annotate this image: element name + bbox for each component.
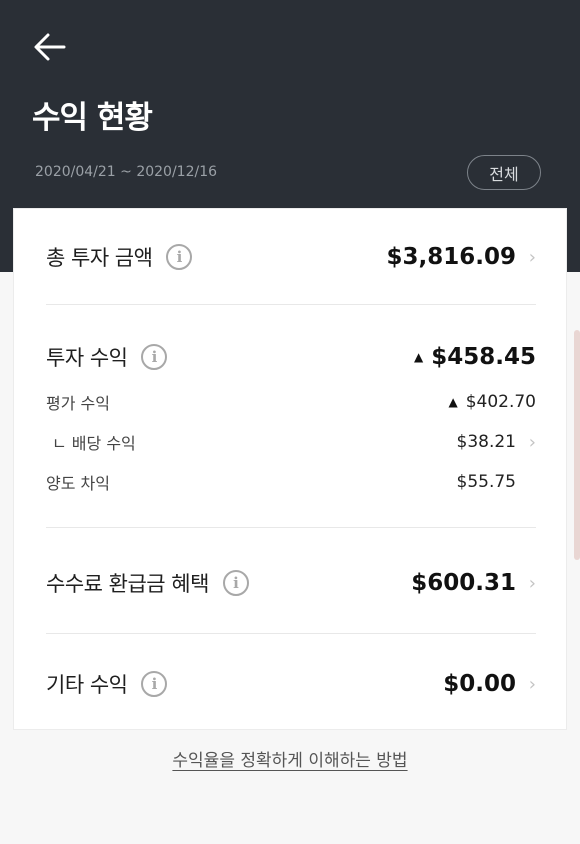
profit-card: 총 투자 금액 i $3,816.09 › 투자 수익 i ▲ $458.45 … <box>13 208 567 730</box>
fee-refund-amount: $600.31 <box>411 570 516 596</box>
arrow-left-icon <box>34 33 66 61</box>
triangle-up-icon: ▲ <box>414 350 424 364</box>
profit-rate-help-link[interactable]: 수익율을 정확하게 이해하는 방법 <box>172 751 407 771</box>
transfer-gain-label: 양도 차익 <box>46 474 110 493</box>
period-filter-button[interactable]: 전체 <box>467 155 541 190</box>
valuation-profit-row: 평가 수익 ▲ $402.70 <box>46 385 536 419</box>
valuation-profit-label: 평가 수익 <box>46 394 110 413</box>
investment-profit-amount-wrap: ▲ $458.45 <box>414 333 536 381</box>
dividend-profit-label: ㄴ 배당 수익 <box>52 434 136 453</box>
page-title: 수익 현황 <box>32 100 153 136</box>
total-investment-row[interactable]: 총 투자 금액 i $3,816.09 › <box>46 233 536 281</box>
scrollbar-thumb[interactable] <box>574 330 580 560</box>
footer-help: 수익율을 정확하게 이해하는 방법 <box>0 746 580 771</box>
valuation-profit-amount: $402.70 <box>465 392 536 412</box>
divider <box>46 633 536 634</box>
divider <box>46 304 536 305</box>
triangle-up-icon: ▲ <box>448 395 458 409</box>
transfer-gain-amount: $55.75 <box>456 472 516 492</box>
investment-profit-row: 투자 수익 i ▲ $458.45 <box>46 333 536 381</box>
dividend-profit-amount: $38.21 <box>456 432 516 452</box>
investment-profit-label: 투자 수익 <box>46 346 128 370</box>
transfer-gain-row: 양도 차익 $55.75 <box>46 465 536 499</box>
total-investment-label: 총 투자 금액 <box>46 246 153 270</box>
dividend-profit-row[interactable]: ㄴ 배당 수익 $38.21 › <box>46 425 536 459</box>
total-investment-amount: $3,816.09 <box>386 244 517 270</box>
info-icon[interactable]: i <box>166 244 193 270</box>
info-icon[interactable]: i <box>222 570 249 596</box>
chevron-right-icon: › <box>528 572 536 594</box>
divider <box>46 527 536 528</box>
chevron-right-icon: › <box>528 431 536 453</box>
back-button[interactable] <box>32 30 72 64</box>
date-range: 2020/04/21 ~ 2020/12/16 <box>35 164 218 180</box>
valuation-profit-amount-wrap: ▲ $402.70 <box>448 385 536 419</box>
fee-refund-label: 수수료 환급금 혜택 <box>46 572 209 596</box>
fee-refund-row[interactable]: 수수료 환급금 혜택 i $600.31 › <box>46 559 536 607</box>
other-profit-amount: $0.00 <box>443 671 516 697</box>
investment-profit-amount: $458.45 <box>431 344 536 370</box>
other-profit-label: 기타 수익 <box>46 673 128 697</box>
other-profit-row[interactable]: 기타 수익 i $0.00 › <box>46 660 536 708</box>
info-icon[interactable]: i <box>141 344 168 370</box>
info-icon[interactable]: i <box>141 671 168 697</box>
chevron-right-icon: › <box>528 673 536 695</box>
chevron-right-icon: › <box>528 246 536 268</box>
